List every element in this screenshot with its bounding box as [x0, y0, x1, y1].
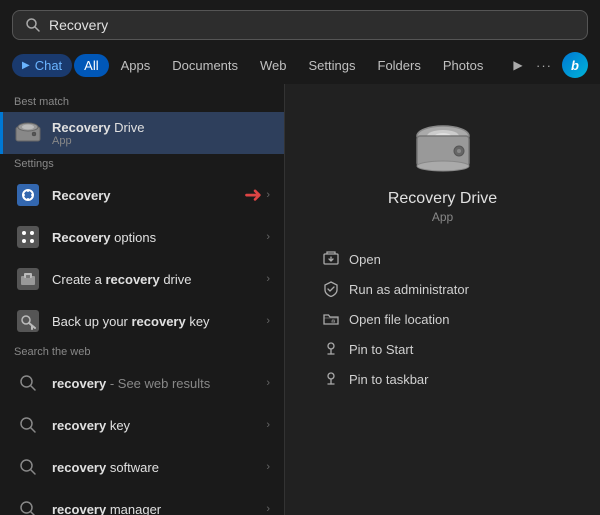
chevron-backup-recovery: ›: [266, 315, 270, 327]
chevron-web-recovery-software: ›: [266, 461, 270, 473]
pin-to-start-label: Pin to Start: [349, 342, 413, 357]
search-bar: [0, 0, 600, 48]
chevron-recovery: ›: [266, 189, 270, 201]
pin-taskbar-icon: [323, 371, 339, 387]
app-title: Recovery Drive: [388, 190, 497, 208]
action-open-file-location[interactable]: Open file location: [315, 304, 570, 334]
search-input-wrapper: [12, 10, 588, 40]
red-arrow-indicator: ➜: [244, 182, 262, 208]
tab-chat-label: Chat: [35, 58, 62, 73]
app-large-drive-icon: [411, 124, 475, 180]
tab-photos[interactable]: Photos: [433, 54, 493, 77]
pin-start-icon: [323, 341, 339, 357]
web-search-icon-3: [14, 453, 42, 481]
web-recovery-manager-title: recovery manager: [52, 502, 266, 515]
recovery-options-icon: [14, 223, 42, 251]
web-recovery-software-title: recovery software: [52, 460, 266, 475]
app-subtitle: App: [432, 210, 453, 224]
result-recovery-options[interactable]: Recovery options ›: [0, 216, 284, 258]
backup-recovery-icon: [14, 307, 42, 335]
scroll-right-icon[interactable]: ▶: [506, 53, 530, 77]
chevron-web-recovery: ›: [266, 377, 270, 389]
bing-icon[interactable]: b: [562, 52, 588, 78]
tab-apps[interactable]: Apps: [111, 54, 161, 77]
search-icon: [25, 17, 41, 33]
tab-settings[interactable]: Settings: [299, 54, 366, 77]
web-search-icon-4: [14, 495, 42, 515]
pin-to-taskbar-label: Pin to taskbar: [349, 372, 429, 387]
filter-tabs: ▶ Chat All Apps Documents Web Settings F…: [0, 48, 600, 84]
web-search-icon-1: [14, 369, 42, 397]
action-pin-to-taskbar[interactable]: Pin to taskbar: [315, 364, 570, 394]
folder-icon: [323, 311, 339, 327]
section-search-web: Search the web: [0, 342, 284, 362]
web-search-icon-2: [14, 411, 42, 439]
result-web-recovery-key[interactable]: recovery key ›: [0, 404, 284, 446]
tab-folders[interactable]: Folders: [368, 54, 431, 77]
main-content: Best match Recovery Drive App Settings: [0, 84, 600, 515]
action-pin-to-start[interactable]: Pin to Start: [315, 334, 570, 364]
right-panel: Recovery Drive App Open Run as administr…: [285, 84, 600, 515]
chevron-recovery-options: ›: [266, 231, 270, 243]
action-list: Open Run as administrator Open file loca…: [305, 244, 580, 394]
web-recovery-title: recovery - See web results: [52, 376, 266, 391]
tab-chat[interactable]: ▶ Chat: [12, 54, 72, 77]
recovery-drive-icon: [14, 119, 42, 147]
open-icon: [323, 251, 339, 267]
section-settings: Settings: [0, 154, 284, 174]
chevron-create-recovery: ›: [266, 273, 270, 285]
result-recovery[interactable]: Recovery ➜ ›: [0, 174, 284, 216]
recovery-settings-icon: [14, 181, 42, 209]
tab-all[interactable]: All: [74, 54, 108, 77]
open-file-location-label: Open file location: [349, 312, 449, 327]
left-panel: Best match Recovery Drive App Settings: [0, 84, 285, 515]
tab-documents[interactable]: Documents: [162, 54, 248, 77]
action-open[interactable]: Open: [315, 244, 570, 274]
recovery-options-title: Recovery options: [52, 230, 266, 245]
shield-icon: [323, 281, 339, 297]
search-input[interactable]: [49, 17, 575, 33]
chevron-web-recovery-key: ›: [266, 419, 270, 431]
result-web-recovery[interactable]: recovery - See web results ›: [0, 362, 284, 404]
open-label: Open: [349, 252, 381, 267]
run-as-admin-label: Run as administrator: [349, 282, 469, 297]
more-options-icon[interactable]: ···: [532, 53, 556, 77]
result-backup-recovery-key[interactable]: Back up your recovery key ›: [0, 300, 284, 342]
section-best-match: Best match: [0, 92, 284, 112]
result-create-recovery-drive[interactable]: Create a recovery drive ›: [0, 258, 284, 300]
recovery-drive-title: Recovery Drive: [52, 120, 270, 135]
recovery-title: Recovery: [52, 188, 244, 203]
chat-play-icon: ▶: [22, 60, 30, 71]
chevron-web-recovery-manager: ›: [266, 503, 270, 515]
backup-recovery-key-title: Back up your recovery key: [52, 314, 266, 329]
result-web-recovery-software[interactable]: recovery software ›: [0, 446, 284, 488]
create-recovery-drive-title: Create a recovery drive: [52, 272, 266, 287]
web-recovery-key-title: recovery key: [52, 418, 266, 433]
recovery-drive-subtitle: App: [52, 135, 270, 147]
result-recovery-drive[interactable]: Recovery Drive App: [0, 112, 284, 154]
action-run-as-admin[interactable]: Run as administrator: [315, 274, 570, 304]
create-recovery-icon: [14, 265, 42, 293]
tab-web[interactable]: Web: [250, 54, 297, 77]
